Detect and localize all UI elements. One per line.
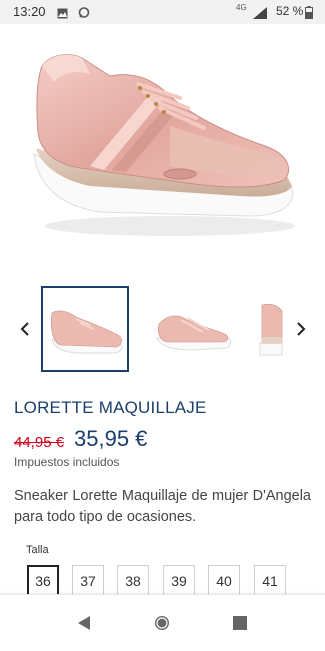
size-option[interactable]: 37 xyxy=(72,565,104,597)
original-price: 44,95 € xyxy=(14,434,65,451)
thumbnail-1[interactable] xyxy=(41,286,129,372)
thumbnail-3[interactable] xyxy=(252,286,292,372)
tax-note: Impuestos incluidos xyxy=(14,455,120,469)
previous-arrow-icon[interactable] xyxy=(16,318,34,340)
recent-apps-icon[interactable] xyxy=(230,613,250,633)
battery-level: 52 % xyxy=(276,4,304,18)
navigation-bar xyxy=(0,594,325,651)
photo-icon xyxy=(57,6,68,24)
back-icon[interactable] xyxy=(74,613,94,633)
signal-icon xyxy=(253,6,267,24)
size-option[interactable]: 38 xyxy=(117,565,149,597)
thumbnail-2[interactable] xyxy=(149,286,237,372)
status-time: 13:20 xyxy=(13,4,46,19)
size-option[interactable]: 36 xyxy=(27,565,59,597)
size-option[interactable]: 39 xyxy=(163,565,195,597)
product-title: LORETTE MAQUILLAJE xyxy=(14,398,207,417)
chat-icon xyxy=(78,6,90,24)
size-label: Talla xyxy=(26,544,49,556)
battery-icon xyxy=(305,6,313,24)
status-bar: 13:20 4G 52 % xyxy=(0,0,325,24)
product-hero-image[interactable] xyxy=(20,36,305,246)
sale-price: 35,95 € xyxy=(74,426,148,451)
size-option[interactable]: 41 xyxy=(254,565,286,597)
size-option[interactable]: 40 xyxy=(208,565,240,597)
network-type: 4G xyxy=(236,3,247,12)
product-description: Sneaker Lorette Maquillaje de mujer D'An… xyxy=(14,488,311,525)
next-arrow-icon[interactable] xyxy=(292,318,310,340)
thumbnail-carousel xyxy=(0,282,325,378)
home-icon[interactable] xyxy=(152,613,172,633)
